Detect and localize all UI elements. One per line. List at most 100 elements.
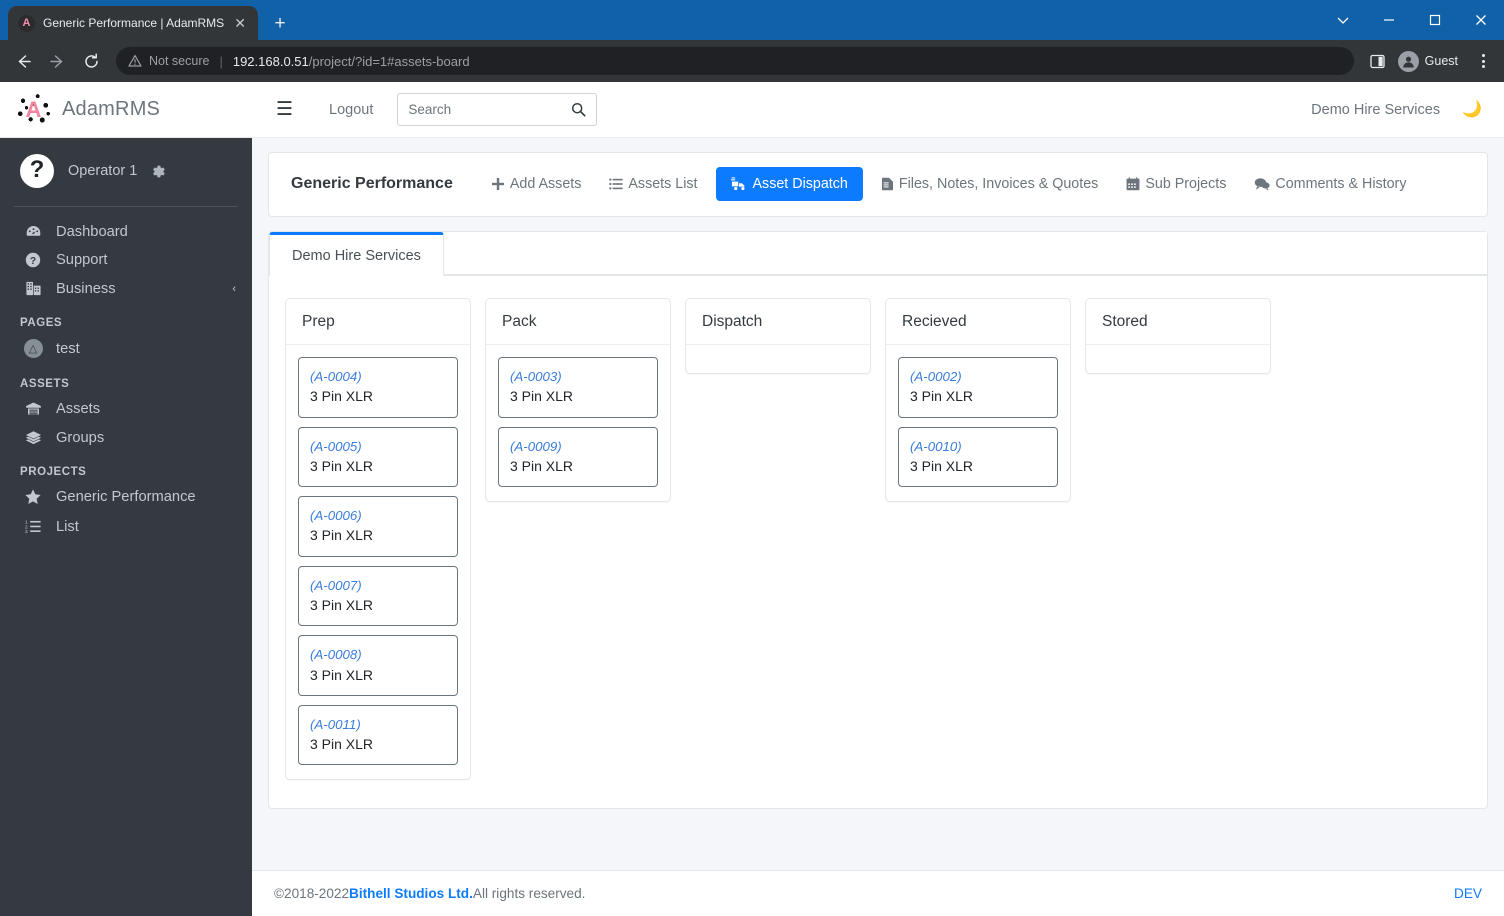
tab-assets-list[interactable]: Assets List (599, 168, 707, 200)
content-scroll-area: Generic Performance Add Assets Assets (252, 138, 1504, 870)
asset-name: 3 Pin XLR (510, 386, 646, 406)
tab-add-assets[interactable]: Add Assets (481, 168, 592, 200)
board-tabbar: Demo Hire Services (269, 232, 1487, 276)
board-tab-demo-hire-services[interactable]: Demo Hire Services (269, 232, 444, 276)
tab-label: Assets List (628, 176, 697, 192)
profile-button[interactable]: Guest (1394, 47, 1468, 75)
asset-name: 3 Pin XLR (910, 386, 1046, 406)
asset-id: (A-0004) (310, 367, 446, 386)
warehouse-icon (22, 400, 44, 417)
organisation-label[interactable]: Demo Hire Services (1311, 102, 1440, 118)
sidebar-item-groups[interactable]: Groups (0, 423, 252, 452)
board-column-dispatch: Dispatch (685, 298, 871, 374)
browser-tabstrip: A Generic Performance | AdamRMS ✕ + (0, 0, 1504, 40)
column-dropzone[interactable]: (A-0002) 3 Pin XLR (A-0010) 3 Pin XLR (886, 345, 1070, 501)
asset-id: (A-0003) (510, 367, 646, 386)
sidebar-item-support[interactable]: ? Support (0, 246, 252, 274)
sidebar-item-label: Business (56, 281, 116, 297)
close-tab-icon[interactable]: ✕ (232, 16, 248, 30)
adamrms-logo-icon: A (16, 92, 51, 127)
new-tab-button[interactable]: + (266, 9, 294, 37)
column-dropzone[interactable] (686, 345, 870, 373)
sidebar-item-assets[interactable]: Assets (0, 394, 252, 423)
page-title: Generic Performance (291, 175, 453, 193)
sidebar-item-generic-performance[interactable]: Generic Performance (0, 482, 252, 512)
sidebar-item-label: Groups (56, 430, 104, 446)
dashboard-icon (22, 223, 44, 240)
back-button[interactable] (8, 46, 38, 76)
browser-tab-title: Generic Performance | AdamRMS (43, 16, 224, 30)
profile-name-label: Guest (1425, 54, 1458, 68)
asset-card[interactable]: (A-0002) 3 Pin XLR (898, 357, 1058, 418)
close-window-button[interactable] (1458, 0, 1504, 40)
board-column-recieved: Recieved (A-0002) 3 Pin XLR (A-0010) 3 P… (885, 298, 1071, 502)
asset-card[interactable]: (A-0005) 3 Pin XLR (298, 427, 458, 488)
reload-button[interactable] (76, 46, 106, 76)
brand-header[interactable]: A AdamRMS (0, 82, 252, 138)
url-text: 192.168.0.51/project/?id=1#assets-board (233, 54, 470, 69)
search-box[interactable] (397, 93, 597, 126)
svg-text:?: ? (30, 256, 36, 267)
gear-icon[interactable] (151, 164, 166, 179)
column-title: Dispatch (686, 299, 870, 345)
side-panel-icon[interactable] (1364, 47, 1392, 75)
tab-comments-history[interactable]: Comments & History (1244, 168, 1416, 200)
kanban-board: Prep (A-0004) 3 Pin XLR (A-0005) 3 Pin X… (269, 276, 1487, 808)
asset-card[interactable]: (A-0008) 3 Pin XLR (298, 635, 458, 696)
profile-avatar-icon (1398, 51, 1419, 72)
tab-label: Add Assets (510, 176, 582, 192)
topbar-right: Demo Hire Services 🌙 (1311, 102, 1482, 118)
moon-icon[interactable]: 🌙 (1462, 102, 1482, 118)
asset-card[interactable]: (A-0006) 3 Pin XLR (298, 496, 458, 557)
column-title: Pack (486, 299, 670, 345)
user-panel: ? Operator 1 (0, 138, 252, 206)
sidebar-item-dashboard[interactable]: Dashboard (0, 217, 252, 246)
asset-card[interactable]: (A-0007) 3 Pin XLR (298, 566, 458, 627)
maximize-button[interactable] (1412, 0, 1458, 40)
chevron-left-icon[interactable]: ‹ (232, 283, 236, 295)
asset-id: (A-0010) (910, 437, 1046, 456)
environment-badge[interactable]: DEV (1454, 886, 1482, 901)
app-topbar: ☰ Logout Demo Hire Services 🌙 (252, 82, 1504, 138)
asset-card[interactable]: (A-0003) 3 Pin XLR (498, 357, 658, 418)
sidebar-item-business[interactable]: Business ‹ (0, 274, 252, 303)
forward-button[interactable] (42, 46, 72, 76)
page-circle-icon: △ (22, 339, 44, 358)
column-dropzone[interactable] (1086, 345, 1270, 373)
address-bar[interactable]: Not secure | 192.168.0.51/project/?id=1#… (116, 47, 1354, 75)
browser-tab[interactable]: A Generic Performance | AdamRMS ✕ (8, 6, 258, 40)
asset-card[interactable]: (A-0011) 3 Pin XLR (298, 705, 458, 766)
browser-menu-icon[interactable] (1470, 47, 1496, 75)
page-viewport: A AdamRMS ? Operator 1 Dashboard (0, 82, 1504, 916)
footer-company-link[interactable]: Bithell Studios Ltd. (349, 886, 473, 901)
column-title: Stored (1086, 299, 1270, 345)
tab-sub-projects[interactable]: Sub Projects (1116, 168, 1236, 200)
asset-card[interactable]: (A-0010) 3 Pin XLR (898, 427, 1058, 488)
search-input[interactable] (408, 102, 571, 117)
toolbar-actions: Guest (1364, 47, 1496, 75)
asset-name: 3 Pin XLR (310, 665, 446, 685)
hamburger-icon[interactable]: ☰ (276, 100, 293, 119)
minimize-button[interactable] (1366, 0, 1412, 40)
asset-dispatch-board-panel: Demo Hire Services Prep (A-0004) 3 Pin X… (268, 231, 1488, 809)
question-circle-icon: ? (22, 252, 44, 268)
asset-card[interactable]: (A-0009) 3 Pin XLR (498, 427, 658, 488)
tab-asset-dispatch[interactable]: Asset Dispatch (716, 167, 863, 201)
column-dropzone[interactable]: (A-0004) 3 Pin XLR (A-0005) 3 Pin XLR (A… (286, 345, 470, 779)
sidebar-item-list[interactable]: 123 List (0, 512, 252, 541)
asset-card[interactable]: (A-0004) 3 Pin XLR (298, 357, 458, 418)
calendar-icon (1126, 177, 1140, 191)
tab-files-notes-invoices-quotes[interactable]: Files, Notes, Invoices & Quotes (871, 168, 1108, 200)
favicon-icon: A (18, 15, 35, 32)
asset-id: (A-0006) (310, 506, 446, 525)
user-name-label[interactable]: Operator 1 (68, 163, 137, 179)
omnibox-divider: | (219, 54, 222, 69)
asset-id: (A-0005) (310, 437, 446, 456)
board-column-stored: Stored (1085, 298, 1271, 374)
logout-link[interactable]: Logout (329, 102, 373, 118)
sidebar-item-label: Generic Performance (56, 489, 196, 505)
column-dropzone[interactable]: (A-0003) 3 Pin XLR (A-0009) 3 Pin XLR (486, 345, 670, 501)
tab-search-icon[interactable] (1320, 0, 1366, 40)
search-icon[interactable] (571, 102, 586, 117)
sidebar-item-test[interactable]: △ test (0, 333, 252, 364)
